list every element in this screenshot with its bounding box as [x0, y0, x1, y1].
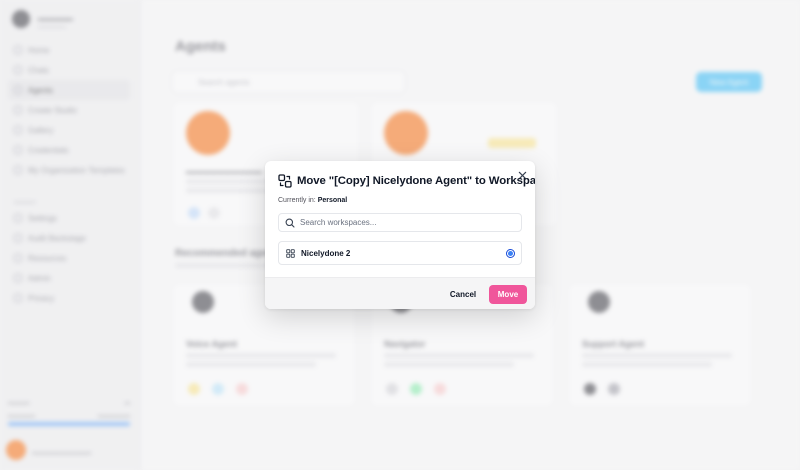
dialog-header: Move "[Copy] Nicelydone Agent" to Worksp…: [278, 174, 535, 188]
current-location: Currently in: Personal: [278, 197, 347, 204]
workspace-grid-icon: [286, 248, 295, 258]
radio-selected-dot: [508, 251, 513, 256]
move-button[interactable]: Move: [489, 285, 527, 304]
workspace-radio[interactable]: [506, 249, 515, 258]
current-location-value: Personal: [317, 197, 348, 204]
current-location-label: Currently in:: [278, 197, 316, 204]
move-to-workspace-dialog: Move "[Copy] Nicelydone Agent" to Worksp…: [265, 161, 535, 309]
dialog-title: Move "[Copy] Nicelydone Agent" to Worksp…: [297, 175, 535, 187]
cancel-button[interactable]: Cancel: [448, 286, 478, 303]
workspace-option-label: Nicelydone 2: [301, 248, 351, 258]
workspace-search-field[interactable]: [278, 213, 522, 232]
search-icon: [285, 218, 295, 228]
workspace-search-input[interactable]: [300, 218, 510, 227]
workspace-option[interactable]: Nicelydone 2: [278, 241, 522, 265]
dialog-footer: Cancel Move: [265, 277, 535, 309]
move-workspace-icon: [278, 174, 292, 188]
